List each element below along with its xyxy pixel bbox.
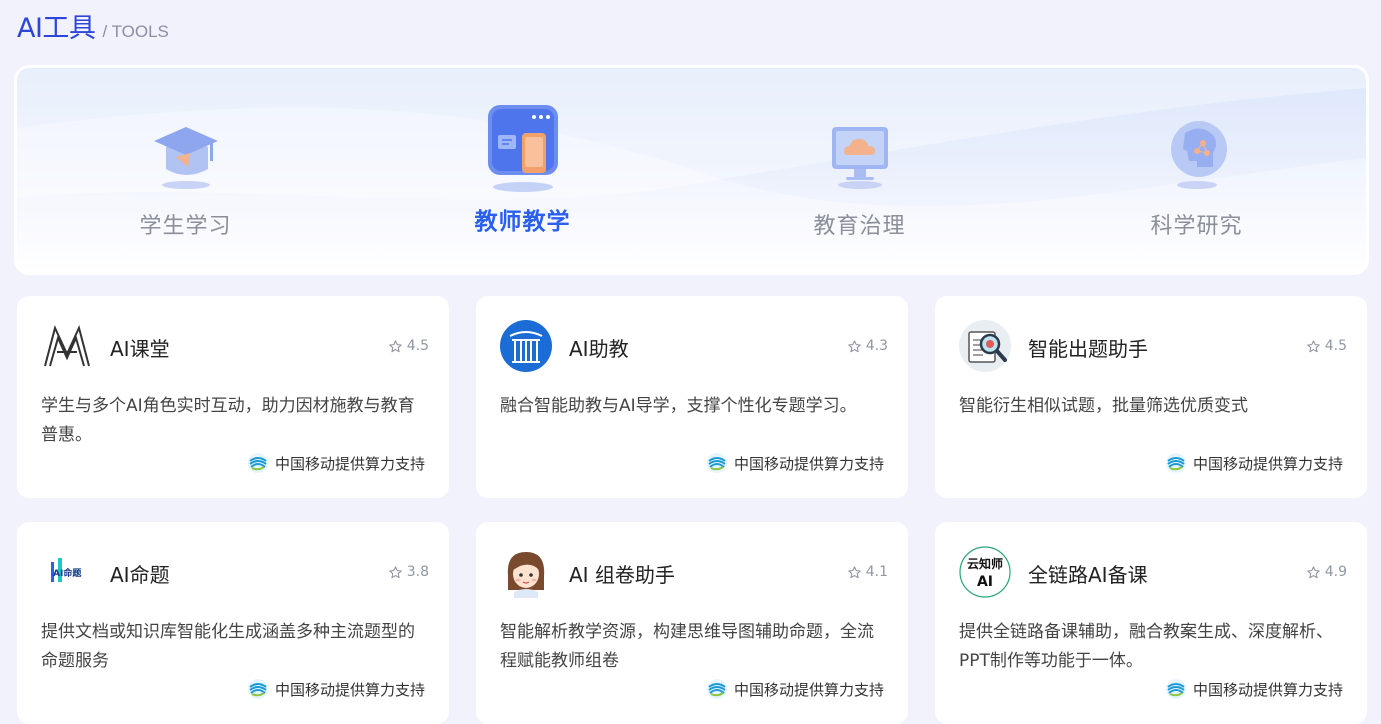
rating-value: 4.1: [865, 564, 888, 580]
rating-value: 4.5: [406, 338, 429, 354]
ai-assistant-logo: [500, 320, 552, 372]
ai-classroom-logo: [44, 325, 90, 367]
china-mobile-logo-icon: [247, 453, 268, 473]
star-icon: [1306, 565, 1320, 578]
compute-support: 中国移动提供算力支持: [247, 452, 425, 474]
tab-student-learning[interactable]: 学生学习: [17, 68, 354, 272]
rating: 4.3: [847, 338, 888, 354]
rating: 4.5: [388, 338, 429, 354]
ai-question-logo: AI命题: [51, 558, 82, 582]
support-text: 中国移动提供算力支持: [274, 454, 425, 473]
tool-name: AI 组卷助手: [569, 563, 675, 587]
page-subtitle: / TOOLS: [102, 22, 169, 41]
graduation-cap-icon: [153, 127, 218, 189]
rating: 4.5: [1306, 338, 1347, 354]
compute-support: 中国移动提供算力支持: [1165, 678, 1343, 700]
tool-description: 融合智能助教与AI导学，支撑个性化专题学习。: [500, 396, 857, 416]
tool-card-full-chain-prep[interactable]: 云知师 AI 全链路AI备课 4.9 提供全链路备课辅助，融合教案生成、深度解析…: [935, 522, 1367, 724]
yunzhishi-logo: 云知师 AI: [959, 546, 1011, 598]
china-mobile-logo-icon: [1165, 679, 1186, 699]
tool-description: 智能衍生相似试题，批量筛选优质变式: [959, 396, 1248, 416]
tab-education-governance[interactable]: 教育治理: [691, 68, 1028, 272]
tab-scientific-research[interactable]: 科学研究: [1028, 68, 1365, 272]
star-icon: [847, 339, 861, 352]
compute-support: 中国移动提供算力支持: [247, 678, 425, 700]
tool-name: AI助教: [569, 337, 629, 361]
tool-card-smart-question[interactable]: 智能出题助手 4.5 智能衍生相似试题，批量筛选优质变式 中国移动提供算力支持: [935, 296, 1367, 498]
yunzhishi-logo-text-top: 云知师: [967, 556, 1003, 571]
category-panel: 学生学习 教师教学 教育治理 科学研究: [17, 68, 1366, 272]
rating: 3.8: [388, 564, 429, 580]
tool-name: 智能出题助手: [1028, 337, 1148, 361]
page-header: AI工具 / TOOLS: [17, 6, 169, 45]
tool-description: 学生与多个AI角色实时互动，助力因材施教与教育普惠。: [41, 396, 415, 445]
tool-card-ai-assistant[interactable]: AI助教 4.3 融合智能助教与AI导学，支撑个性化专题学习。 中国移动提供算力…: [476, 296, 908, 498]
yunzhishi-logo-text-bottom: AI: [977, 574, 993, 590]
rating-value: 3.8: [406, 564, 429, 580]
china-mobile-logo-icon: [706, 679, 727, 699]
cloud-monitor-icon: [831, 127, 888, 189]
rating-value: 4.9: [1324, 564, 1347, 580]
tool-card-exam-assembly[interactable]: AI 组卷助手 4.1 智能解析教学资源，构建思维导图辅助命题，全流程赋能教师组…: [476, 522, 908, 724]
magnifier-doc-logo: [959, 320, 1011, 372]
category-label: 教师教学: [474, 209, 571, 235]
ai-head-icon: [1170, 121, 1227, 189]
tool-name: AI课堂: [110, 337, 170, 361]
star-icon: [388, 339, 402, 352]
tool-description: 提供文档或知识库智能化生成涵盖多种主流题型的命题服务: [41, 622, 415, 671]
category-label: 教育治理: [813, 214, 906, 239]
compute-support: 中国移动提供算力支持: [706, 452, 884, 474]
rating-value: 4.5: [1324, 338, 1347, 354]
support-text: 中国移动提供算力支持: [733, 454, 884, 473]
china-mobile-logo-icon: [706, 453, 727, 473]
support-text: 中国移动提供算力支持: [274, 680, 425, 699]
star-icon: [1306, 339, 1320, 352]
compute-support: 中国移动提供算力支持: [1165, 452, 1343, 474]
category-label: 学生学习: [139, 214, 232, 239]
tool-card-ai-proposition[interactable]: AI命题 AI命题 3.8 提供文档或知识库智能化生成涵盖多种主流题型的命题服务…: [17, 522, 449, 724]
support-text: 中国移动提供算力支持: [1192, 454, 1343, 473]
support-text: 中国移动提供算力支持: [733, 680, 884, 699]
teacher-avatar-logo: [507, 552, 545, 598]
tool-description: 智能解析教学资源，构建思维导图辅助命题，全流程赋能教师组卷: [500, 622, 874, 671]
tool-name: 全链路AI备课: [1028, 563, 1148, 587]
star-icon: [388, 565, 402, 578]
tool-description: 提供全链路备课辅助，融合教案生成、深度解析、PPT制作等功能于一体。: [959, 622, 1333, 671]
page-title: AI工具: [17, 13, 96, 44]
tool-card-ai-classroom[interactable]: AI课堂 4.5 学生与多个AI角色实时互动，助力因材施教与教育普惠。 中国移动…: [17, 296, 449, 498]
tab-teacher-teaching[interactable]: 教师教学: [354, 68, 691, 272]
category-label: 科学研究: [1150, 214, 1243, 239]
support-text: 中国移动提供算力支持: [1192, 680, 1343, 699]
rating: 4.9: [1306, 564, 1347, 580]
teaching-screen-icon: [487, 105, 558, 192]
rating-value: 4.3: [865, 338, 888, 354]
ai-question-logo-text: AI命题: [53, 567, 82, 579]
china-mobile-logo-icon: [247, 679, 268, 699]
tool-name: AI命题: [110, 563, 170, 587]
china-mobile-logo-icon: [1165, 453, 1186, 473]
star-icon: [847, 565, 861, 578]
rating: 4.1: [847, 564, 888, 580]
compute-support: 中国移动提供算力支持: [706, 678, 884, 700]
